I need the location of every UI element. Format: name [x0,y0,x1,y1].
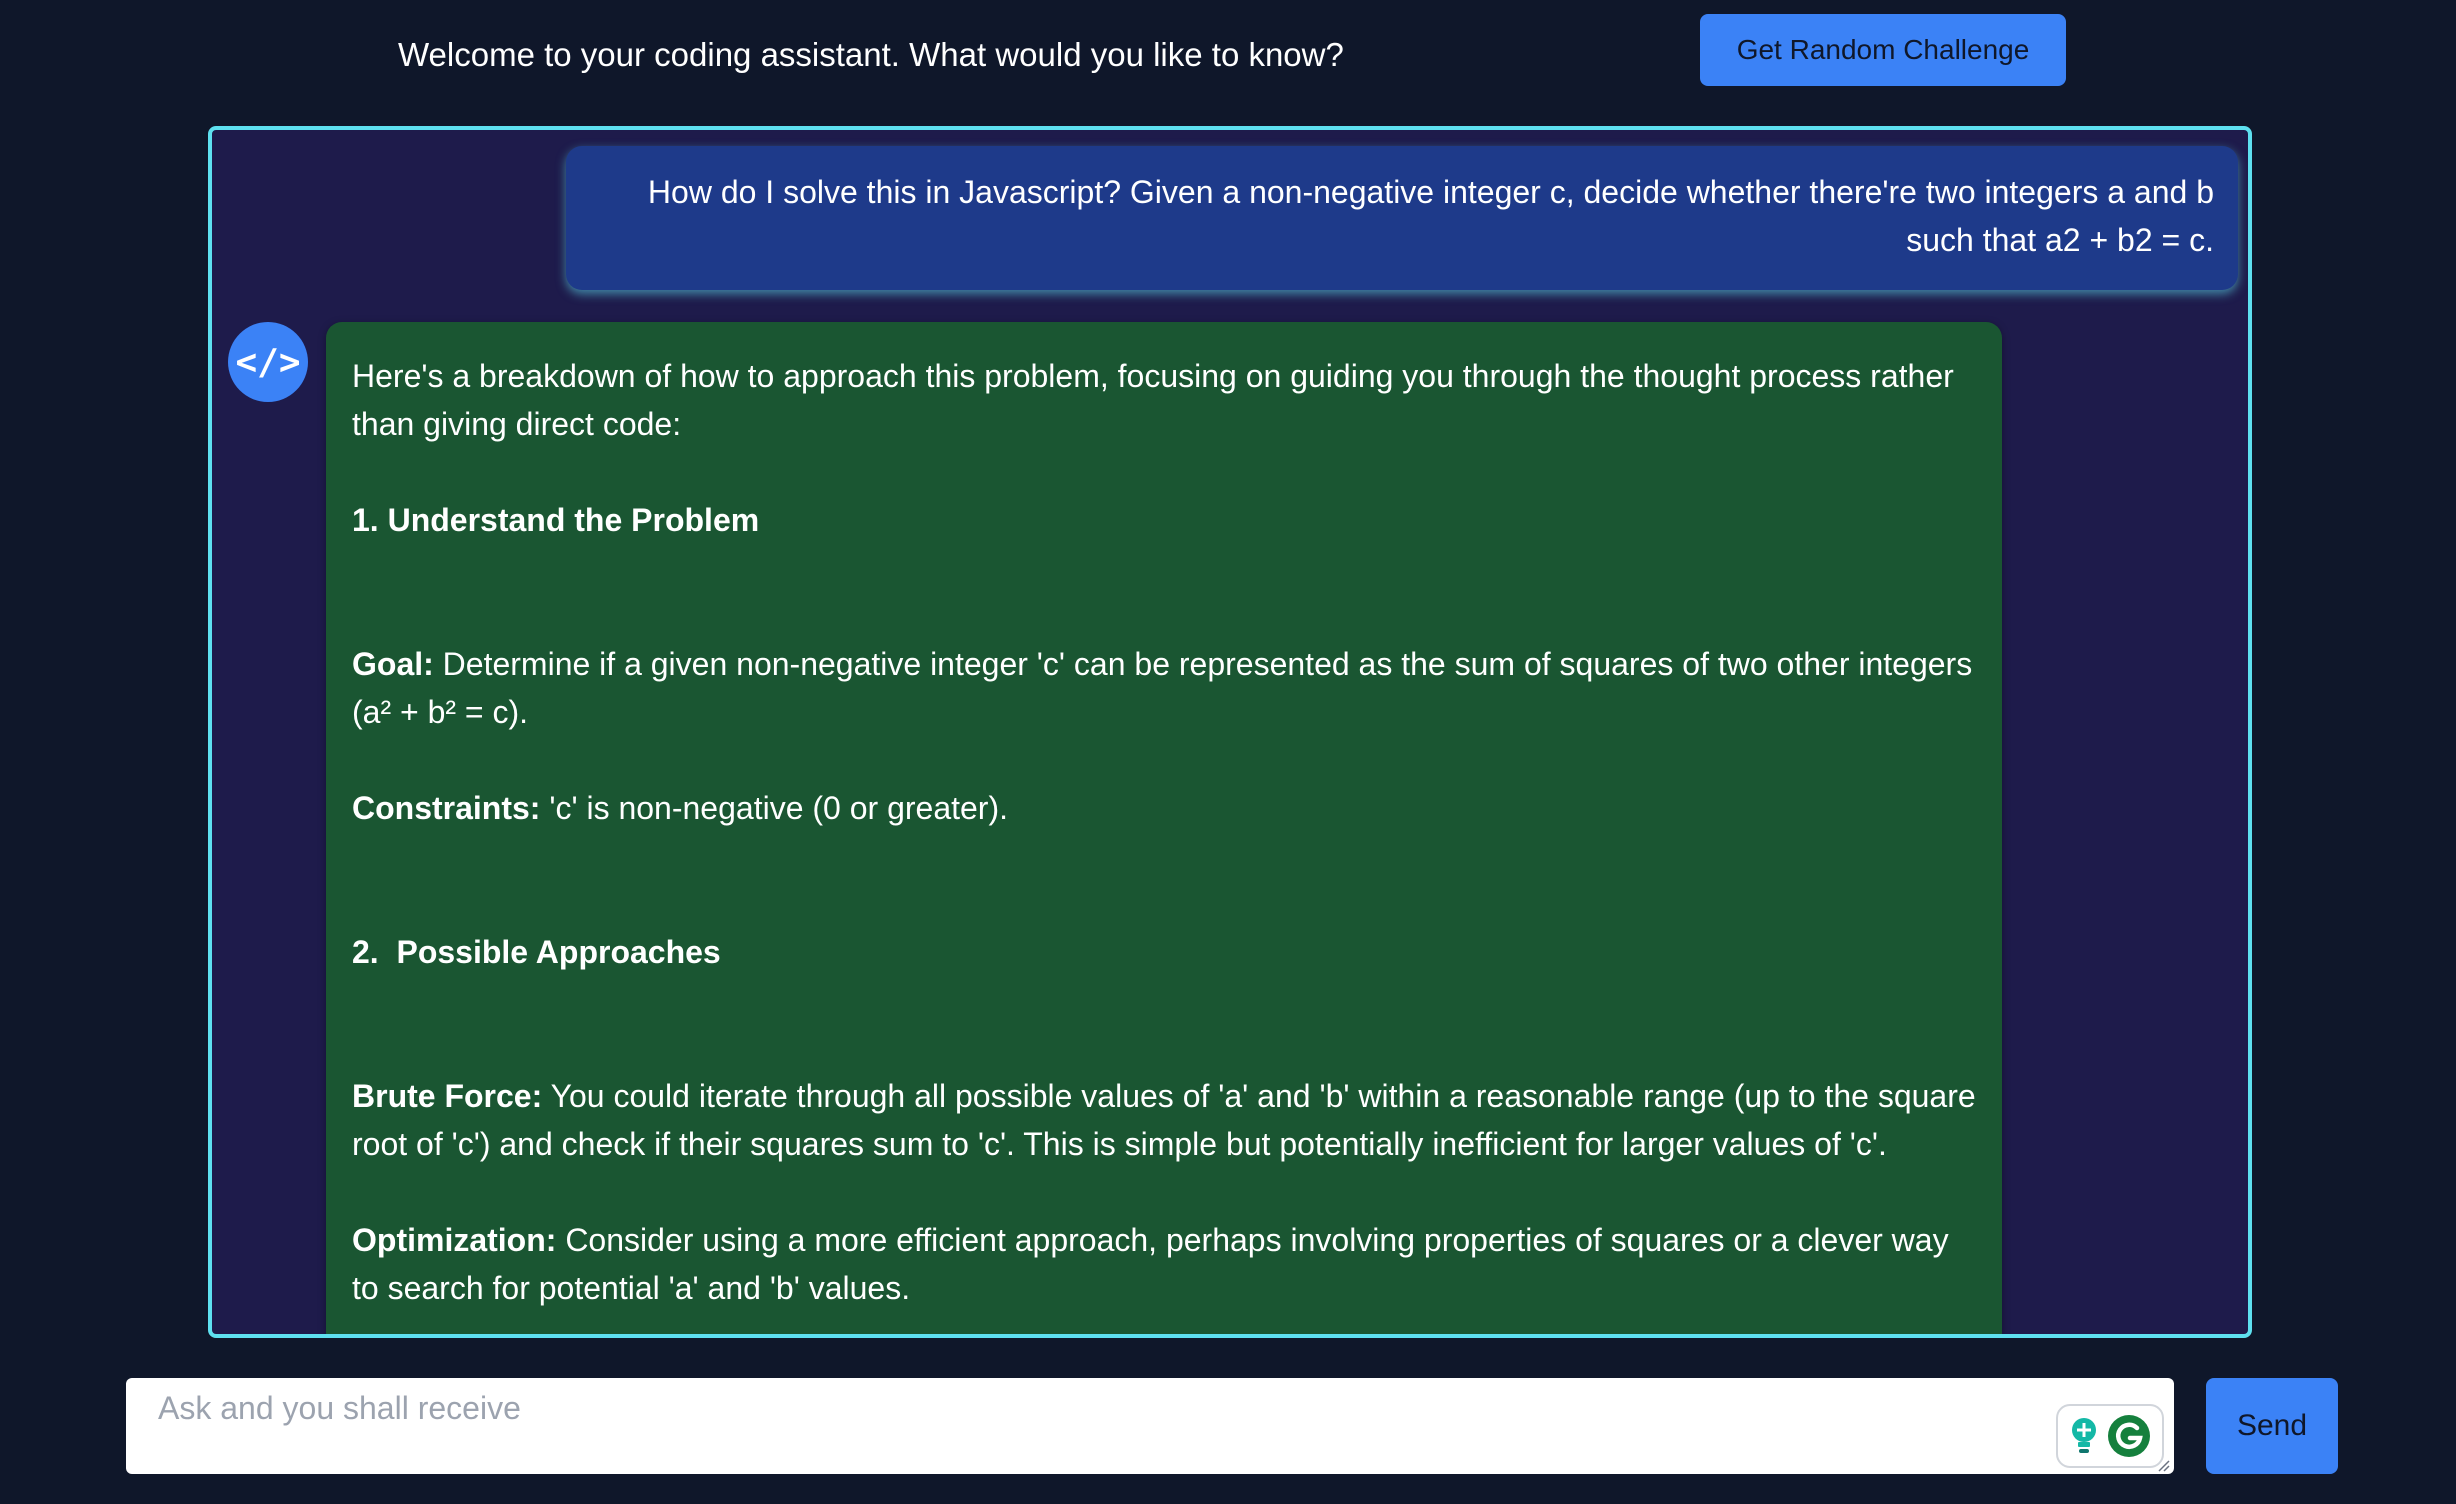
assistant-message-bubble: Here's a breakdown of how to approach th… [326,322,2002,1334]
section-heading-understand: 1. Understand the Problem [352,502,760,538]
goal-text: Determine if a given non-negative intege… [352,646,1973,730]
welcome-message: Welcome to your coding assistant. What w… [398,36,1344,73]
section-heading-approaches: 2. Possible Approaches [352,934,721,970]
brute-force-text: You could iterate through all possible v… [352,1078,1976,1162]
random-challenge-button[interactable]: Get Random Challenge [1700,14,2066,86]
optimization-paragraph: Optimization: Consider using a more effi… [352,1216,1976,1312]
grammarly-icon[interactable] [2107,1414,2151,1458]
grammar-assist-widget[interactable] [2056,1404,2164,1468]
user-message-bubble: How do I solve this in Javascript? Given… [566,146,2238,290]
constraints-term: Constraints: [352,790,541,826]
ask-input[interactable] [126,1378,2174,1474]
chat-panel[interactable]: How do I solve this in Javascript? Given… [208,126,2252,1338]
optimization-term: Optimization: [352,1222,557,1258]
lightbulb-icon[interactable] [2069,1416,2099,1456]
constraints-paragraph: Constraints: 'c' is non-negative (0 or g… [352,784,1976,832]
assistant-intro: Here's a breakdown of how to approach th… [352,358,1954,442]
goal-term: Goal: [352,646,434,682]
resize-handle-icon[interactable] [2156,1458,2170,1472]
app-page: Welcome to your coding assistant. What w… [0,0,2456,1504]
code-icon: </> [228,322,308,402]
optimization-text: Consider using a more efficient approach… [352,1222,1949,1306]
brute-force-paragraph: Brute Force: You could iterate through a… [352,1072,1976,1168]
constraints-text: 'c' is non-negative (0 or greater). [540,790,1008,826]
send-button[interactable]: Send [2206,1378,2338,1474]
brute-force-term: Brute Force: [352,1078,543,1114]
user-message-text: How do I solve this in Javascript? Given… [647,174,2214,258]
goal-paragraph: Goal: Determine if a given non-negative … [352,640,1976,736]
